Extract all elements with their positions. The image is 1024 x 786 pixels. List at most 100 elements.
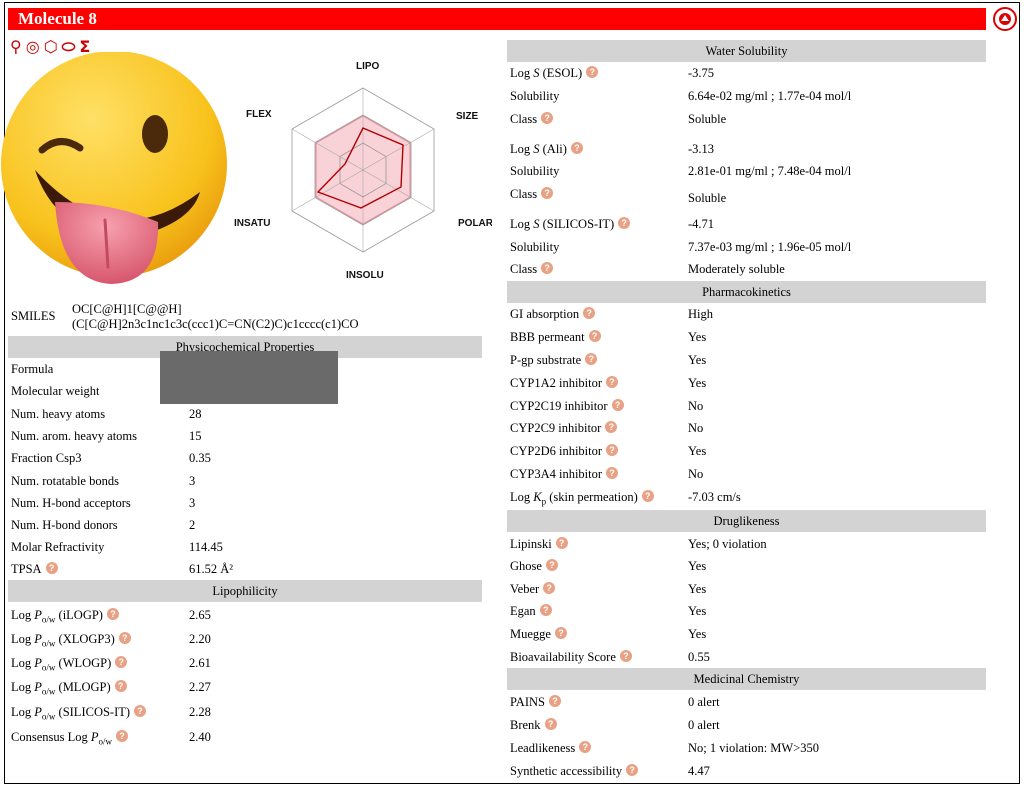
property-value: Soluble: [688, 112, 727, 126]
help-icon[interactable]: ?: [116, 730, 129, 742]
help-icon[interactable]: ?: [541, 262, 554, 274]
smiles-line-1: OC[C@H]1[C@@H]: [72, 302, 182, 316]
help-icon[interactable]: ?: [539, 604, 552, 616]
property-value: No; 1 violation: MW>350: [688, 741, 819, 755]
help-icon[interactable]: ?: [118, 632, 131, 644]
property-label: GI absorption?: [510, 303, 596, 325]
property-value: 2.81e-01 mg/ml ; 7.48e-04 mol/l: [688, 164, 852, 178]
help-icon[interactable]: ?: [106, 608, 119, 620]
medicinal-chemistry-header: Medicinal Chemistry: [507, 668, 986, 690]
property-label: Log S (SILICOS-IT)?: [510, 213, 631, 235]
property-value: 0 alert: [688, 695, 720, 709]
help-icon[interactable]: ?: [570, 142, 583, 154]
property-value: 2.65: [189, 608, 211, 622]
help-icon[interactable]: ?: [114, 680, 127, 692]
help-icon[interactable]: ?: [544, 718, 557, 730]
property-label: Molecular weight: [11, 384, 100, 398]
property-label: Log S (ESOL)?: [510, 62, 599, 84]
druglikeness-header: Druglikeness: [507, 510, 986, 532]
property-label: Bioavailability Score?: [510, 646, 632, 668]
property-value: 114.45: [189, 540, 223, 554]
property-label: Num. H-bond acceptors: [11, 496, 131, 510]
help-icon[interactable]: ?: [619, 650, 632, 662]
help-icon[interactable]: ?: [579, 741, 592, 753]
help-icon[interactable]: ?: [555, 537, 568, 549]
help-icon[interactable]: ?: [583, 307, 596, 319]
help-icon[interactable]: ?: [585, 353, 598, 365]
property-value: Yes: [688, 376, 707, 390]
property-value: Yes: [688, 330, 707, 344]
radar-label-flex: FLEX: [246, 109, 272, 120]
property-value: Yes: [688, 353, 707, 367]
property-label: Solubility: [510, 89, 560, 103]
title-bar: Molecule 8: [8, 8, 986, 30]
help-icon[interactable]: ?: [545, 559, 558, 571]
help-icon[interactable]: ?: [611, 399, 624, 411]
property-label: Egan?: [510, 600, 552, 622]
help-icon[interactable]: ?: [606, 467, 619, 479]
help-icon[interactable]: ?: [134, 705, 147, 717]
property-value: 0 alert: [688, 718, 720, 732]
property-label: Ghose?: [510, 555, 558, 577]
help-icon[interactable]: ?: [115, 656, 128, 668]
property-label: Synthetic accessibility?: [510, 760, 639, 782]
smiles-value[interactable]: OC[C@H]1[C@@H] (C[C@H]2n3c1nc1c3c(ccc1)C…: [72, 302, 482, 332]
property-label: CYP2C9 inhibitor?: [510, 417, 618, 439]
help-icon[interactable]: ?: [45, 562, 58, 574]
property-value: 7.37e-03 mg/ml ; 1.96e-05 mol/l: [688, 240, 852, 254]
collapse-icon[interactable]: [993, 7, 1017, 31]
property-label: Brenk?: [510, 714, 557, 736]
help-icon[interactable]: ?: [606, 376, 619, 388]
property-label: Log Po/w (WLOGP)?: [11, 652, 128, 679]
property-value: 3: [189, 474, 196, 488]
property-label: Lipinski?: [510, 533, 568, 555]
property-value: 2.61: [189, 656, 211, 670]
property-value: 2.27: [189, 680, 211, 694]
property-label: PAINS?: [510, 691, 561, 713]
radar-label-insatu: INSATU: [234, 218, 270, 229]
help-icon[interactable]: ?: [618, 217, 631, 229]
help-icon[interactable]: ?: [554, 627, 567, 639]
property-label: CYP3A4 inhibitor?: [510, 463, 619, 485]
help-icon[interactable]: ?: [626, 764, 639, 776]
property-value: -3.75: [688, 66, 715, 80]
pharmacokinetics-header: Pharmacokinetics: [507, 281, 986, 303]
property-label: CYP1A2 inhibitor?: [510, 372, 619, 394]
smiles-label: SMILES: [11, 309, 56, 323]
help-icon[interactable]: ?: [548, 695, 561, 707]
property-value: No: [688, 467, 704, 481]
bioavailability-radar: LIPO SIZE POLAR INSOLU INSATU FLEX: [234, 61, 492, 281]
property-value: Yes: [688, 627, 707, 641]
lipophilicity-header: Lipophilicity: [8, 580, 482, 602]
property-label: Leadlikeness?: [510, 737, 592, 759]
help-icon[interactable]: ?: [606, 444, 619, 456]
property-value: High: [688, 307, 713, 321]
help-icon[interactable]: ?: [543, 582, 556, 594]
property-value: Yes: [688, 582, 707, 596]
property-label: CYP2D6 inhibitor?: [510, 440, 619, 462]
redaction-box: [160, 351, 338, 404]
property-value: No: [688, 399, 704, 413]
help-icon[interactable]: ?: [541, 187, 554, 199]
help-icon[interactable]: ?: [588, 330, 601, 342]
help-icon[interactable]: ?: [541, 112, 554, 124]
help-icon[interactable]: ?: [605, 421, 618, 433]
property-label: Log Po/w (SILICOS-IT)?: [11, 701, 147, 728]
radar-label-insolu: INSOLU: [346, 270, 384, 281]
radar-label-polar: POLAR: [458, 218, 492, 229]
property-label: Num. heavy atoms: [11, 407, 106, 421]
property-label: P-gp substrate?: [510, 349, 598, 371]
property-value: 4.47: [688, 764, 710, 778]
property-value: -7.03 cm/s: [688, 490, 741, 504]
winking-tongue-emoji: [1, 52, 227, 284]
property-label: Num. arom. heavy atoms: [11, 429, 138, 443]
property-label: Num. H-bond donors: [11, 518, 118, 532]
water-solubility-header: Water Solubility: [507, 40, 986, 62]
property-value: 2.20: [189, 632, 211, 646]
help-icon[interactable]: ?: [641, 490, 654, 502]
property-value: 6.64e-02 mg/ml ; 1.77e-04 mol/l: [688, 89, 852, 103]
property-value: 0.35: [189, 451, 211, 465]
property-label: Log Po/w (MLOGP)?: [11, 676, 127, 703]
property-value: 0.55: [688, 650, 710, 664]
help-icon[interactable]: ?: [586, 66, 599, 78]
